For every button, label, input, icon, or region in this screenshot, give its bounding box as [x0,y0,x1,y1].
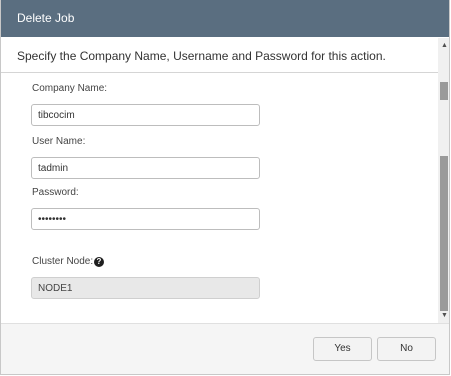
delete-job-dialog: Delete Job Specify the Company Name, Use… [0,0,450,375]
scroll-up-icon[interactable]: ▲ [438,40,449,52]
password-label: Password: [32,187,79,198]
scrollbar-thumb-upper[interactable] [440,82,448,100]
cluster-node-field [31,277,260,299]
company-name-input[interactable] [31,104,260,126]
yes-button[interactable]: Yes [313,337,372,361]
password-input[interactable] [31,208,260,230]
scroll-down-icon[interactable]: ▼ [438,310,449,322]
dialog-title: Delete Job [1,0,449,37]
company-name-label: Company Name: [32,83,108,94]
no-button[interactable]: No [377,337,436,361]
instruction-text: Specify the Company Name, Username and P… [17,49,386,63]
scrollbar-thumb[interactable] [440,156,448,311]
user-name-label: User Name: [32,136,86,147]
vertical-scrollbar[interactable]: ▲ ▼ [438,38,449,323]
help-icon[interactable]: ? [94,257,104,267]
cluster-node-label: Cluster Node: [32,256,94,267]
user-name-input[interactable] [31,157,260,179]
